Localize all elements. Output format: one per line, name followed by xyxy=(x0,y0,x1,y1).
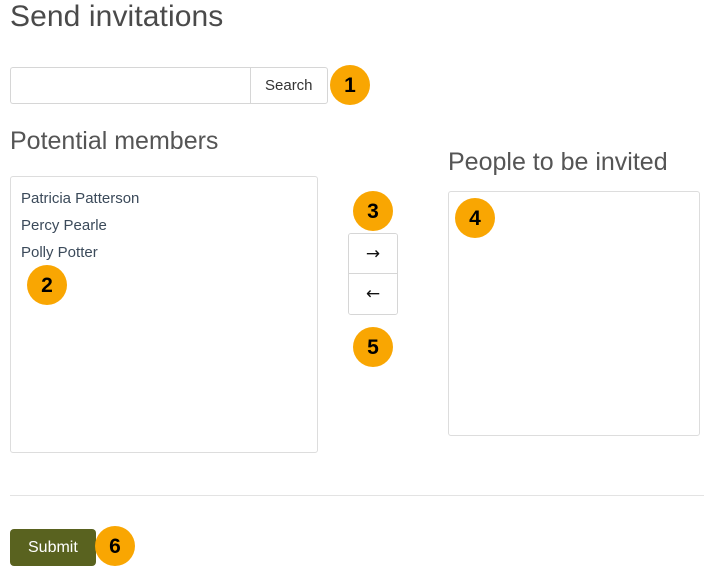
remove-from-invited-button[interactable]: ← xyxy=(349,274,397,314)
potential-members-listbox[interactable]: Patricia Patterson Percy Pearle Polly Po… xyxy=(10,176,318,453)
list-item[interactable]: Polly Potter xyxy=(11,239,317,266)
send-invitations-page: Send invitations Search Potential member… xyxy=(0,0,714,577)
transfer-button-group: → ← xyxy=(348,233,398,315)
search-button[interactable]: Search xyxy=(250,67,328,104)
page-title: Send invitations xyxy=(10,0,224,33)
list-item[interactable]: Percy Pearle xyxy=(11,212,317,239)
list-item[interactable]: Patricia Patterson xyxy=(11,185,317,212)
form-divider xyxy=(10,495,704,496)
callout-badge-1: 1 xyxy=(330,65,370,105)
add-to-invited-button[interactable]: → xyxy=(349,234,397,274)
callout-badge-3: 3 xyxy=(353,191,393,231)
callout-badge-6: 6 xyxy=(95,526,135,566)
callout-badge-5: 5 xyxy=(353,327,393,367)
search-input[interactable] xyxy=(10,67,250,104)
callout-badge-4: 4 xyxy=(455,198,495,238)
search-group: Search xyxy=(10,67,328,104)
callout-badge-2: 2 xyxy=(27,265,67,305)
potential-members-heading: Potential members xyxy=(10,127,219,155)
people-to-be-invited-heading: People to be invited xyxy=(448,148,668,176)
submit-button[interactable]: Submit xyxy=(10,529,96,566)
